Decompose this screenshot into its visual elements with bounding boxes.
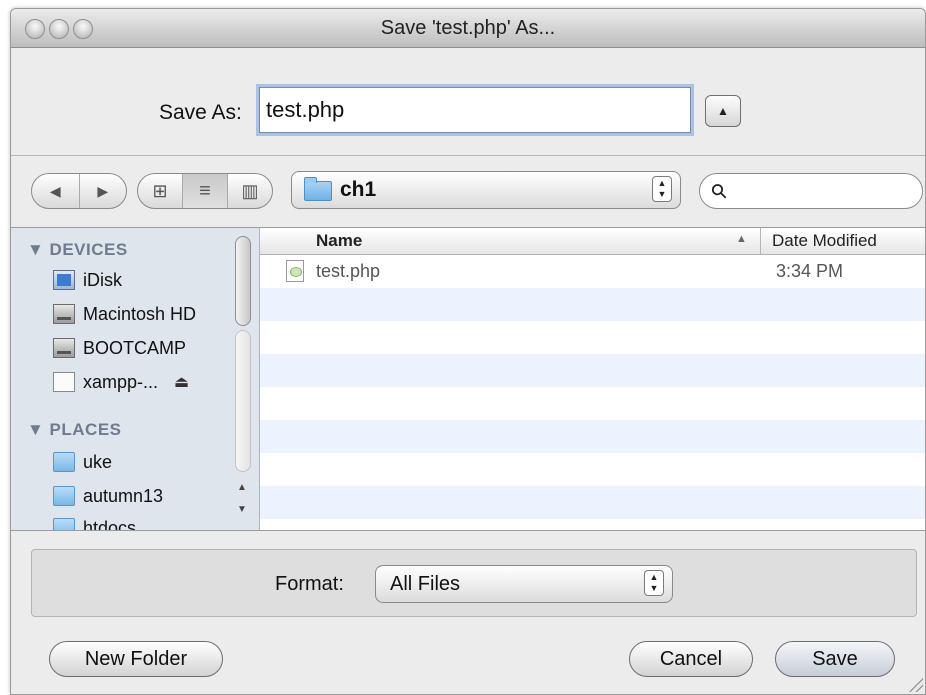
icon-view-button[interactable]: ⊞ (138, 174, 183, 208)
back-forward-control: ◀ ▶ (31, 173, 127, 209)
expand-dialog-button[interactable]: ▲ (705, 95, 741, 127)
name-column-header[interactable]: Name (316, 231, 362, 251)
sidebar: ▼ DEVICES iDisk Macintosh HD BOOTCAMP xa… (11, 228, 260, 530)
format-label: Format: (275, 573, 344, 595)
empty-row (260, 354, 925, 387)
format-popup[interactable]: All Files ▲ ▼ (375, 565, 673, 603)
save-as-field[interactable]: test.php (259, 87, 691, 133)
sidebar-item-label: Macintosh HD (83, 303, 197, 324)
sidebar-item-label: BOOTCAMP (83, 337, 187, 358)
sidebar-item-htdocs[interactable]: htdocs (53, 514, 136, 530)
format-value: All Files (390, 573, 461, 595)
folder-icon (53, 486, 75, 506)
column-view-button[interactable]: ▥ (228, 174, 272, 208)
sidebar-item-macintosh-hd[interactable]: Macintosh HD (53, 300, 196, 328)
location-label: ch1 (340, 178, 377, 201)
sidebar-item-xampp[interactable]: xampp-... ⏏ (53, 368, 189, 396)
table-row[interactable]: test.php 3:34 PM (260, 255, 925, 288)
scroll-down-arrow-icon[interactable]: ▼ (237, 504, 247, 515)
sidebar-item-bootcamp[interactable]: BOOTCAMP (53, 334, 186, 362)
sidebar-item-label: htdocs (83, 517, 137, 531)
sort-ascending-icon: ▲ (736, 233, 747, 245)
forward-arrow-icon: ▶ (97, 182, 109, 199)
window-title: Save 'test.php' As... (380, 17, 556, 39)
php-file-icon (286, 260, 304, 282)
idisk-icon (53, 270, 75, 290)
new-folder-button[interactable]: New Folder (49, 641, 223, 677)
search-field[interactable]: ⚲ (699, 173, 923, 209)
column-divider[interactable] (760, 228, 761, 254)
file-list: Name ▲ Date Modified test.php 3:34 PM (260, 228, 925, 530)
file-name: test.php (316, 261, 381, 281)
save-button[interactable]: Save (775, 641, 895, 677)
cancel-button[interactable]: Cancel (629, 641, 753, 677)
back-button[interactable]: ◀ (32, 174, 80, 208)
empty-row (260, 288, 925, 321)
popup-arrows-icon: ▲ ▼ (652, 176, 672, 202)
sidebar-item-idisk[interactable]: iDisk (53, 266, 122, 294)
hard-drive-icon (53, 338, 75, 358)
file-date: 3:34 PM (776, 261, 844, 281)
resize-grip-icon[interactable] (909, 678, 923, 692)
scrollbar-thumb[interactable] (235, 236, 251, 326)
search-icon: ⚲ (706, 178, 733, 205)
sidebar-item-label: uke (83, 451, 113, 472)
divider (11, 155, 925, 156)
sidebar-item-label: iDisk (83, 269, 122, 290)
view-mode-control: ⊞ ≡ ▥ (137, 173, 273, 209)
triangle-up-icon: ▲ (717, 104, 729, 118)
location-popup[interactable]: ch1 ▲ ▼ (291, 171, 681, 209)
file-browser: ▼ DEVICES iDisk Macintosh HD BOOTCAMP xa… (11, 227, 925, 531)
save-dialog: Save 'test.php' As... Save As: test.php … (10, 8, 926, 695)
empty-row (260, 453, 925, 486)
save-as-label: Save As: (159, 101, 242, 124)
sidebar-item-uke[interactable]: uke (53, 448, 112, 476)
empty-row (260, 387, 925, 420)
title-bar: Save 'test.php' As... (11, 9, 925, 48)
folder-icon (304, 177, 332, 201)
sidebar-item-label: autumn13 (83, 485, 164, 506)
sidebar-item-label: xampp-... (83, 371, 159, 392)
hard-drive-icon (53, 304, 75, 324)
empty-row (260, 486, 925, 519)
folder-icon (53, 452, 75, 472)
forward-button[interactable]: ▶ (80, 174, 127, 208)
sidebar-scrollbar[interactable]: ▲ ▼ (233, 232, 253, 526)
empty-row (260, 321, 925, 354)
grid-icon: ⊞ (152, 180, 168, 201)
columns-icon: ▥ (241, 180, 259, 201)
back-arrow-icon: ◀ (49, 182, 61, 199)
date-modified-column-header[interactable]: Date Modified (772, 231, 877, 251)
places-heading[interactable]: ▼ PLACES (27, 420, 122, 440)
folder-icon (53, 518, 75, 530)
column-header: Name ▲ Date Modified (260, 228, 925, 255)
list-view-button[interactable]: ≡ (183, 174, 228, 208)
list-icon: ≡ (199, 179, 211, 202)
empty-row (260, 420, 925, 453)
scroll-up-arrow-icon[interactable]: ▲ (237, 482, 247, 493)
eject-icon[interactable]: ⏏ (174, 372, 189, 392)
scrollbar-track[interactable] (235, 330, 251, 472)
popup-arrows-icon: ▲ ▼ (644, 570, 664, 596)
volume-icon (53, 372, 75, 392)
sidebar-item-autumn13[interactable]: autumn13 (53, 482, 163, 510)
devices-heading[interactable]: ▼ DEVICES (27, 240, 128, 260)
